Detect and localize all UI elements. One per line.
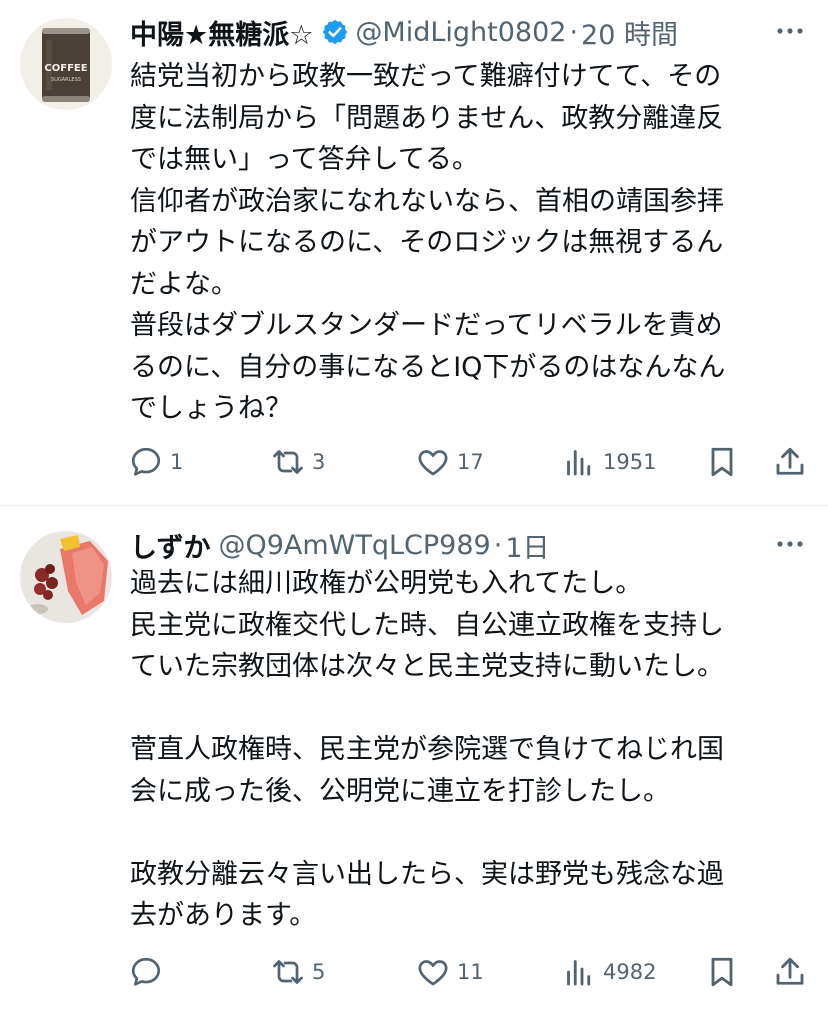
views-button[interactable]: 1951 [561, 442, 656, 482]
like-button[interactable]: 11 [415, 952, 484, 992]
retweet-icon [273, 450, 303, 474]
tweet-text: 過去には細川政権が公明党も入れてたし。 民主党に政権交代した時、自公連立政権を支… [130, 568, 724, 931]
timestamp[interactable]: 20 時間 [581, 13, 678, 52]
coffee-can-avatar: COFFEE SUGARLESS [20, 18, 112, 110]
views-button[interactable]: 4982 [561, 952, 656, 992]
tweet-text: 結党当初から政教一致だって難癖付けてて、その 度に法制局から「問題ありません、政… [130, 61, 726, 424]
reply-icon [131, 957, 161, 986]
bookmark-icon [711, 957, 733, 987]
separator-dot: · [569, 16, 579, 48]
share-icon [776, 447, 804, 475]
bookmark-icon [711, 447, 733, 477]
reply-button[interactable] [128, 952, 170, 992]
avatar[interactable] [20, 531, 112, 623]
display-name[interactable]: 中陽★無糖派☆ [130, 13, 313, 52]
retweet-icon [273, 960, 303, 984]
handle[interactable]: @Q9AmWTqLCP989 [218, 530, 490, 561]
retweet-count: 3 [312, 450, 326, 474]
retweet-count: 5 [312, 960, 326, 984]
avatar-sub-text: SUGARLESS [51, 77, 81, 83]
separator-dot: · [493, 529, 503, 561]
tweet-header: 中陽★無糖派☆ @MidLight0802 · 20 時間 [130, 12, 808, 52]
share-icon [776, 957, 804, 985]
views-bar-chart-icon [567, 960, 591, 986]
action-bar: 5 11 4982 [128, 952, 808, 992]
tweet-2[interactable]: しずか @Q9AmWTqLCP989 · 1日 過去には細川政権が公明党も入れて… [0, 507, 828, 1012]
retweet-button[interactable]: 5 [270, 952, 325, 992]
tweet-header: しずか @Q9AmWTqLCP989 · 1日 [130, 525, 808, 565]
more-horizontal-icon[interactable] [772, 16, 808, 46]
retweet-button[interactable]: 3 [270, 442, 325, 482]
views-count: 1951 [603, 450, 657, 474]
avatar-brand-text: COFFEE [44, 63, 87, 74]
reply-count: 1 [170, 450, 184, 474]
bookmark-button[interactable] [704, 442, 740, 482]
action-bar: 1 3 17 1951 [128, 442, 808, 482]
timestamp[interactable]: 1日 [505, 526, 549, 565]
reply-icon [131, 447, 161, 476]
like-heart-icon [418, 960, 448, 986]
like-heart-icon [418, 450, 448, 476]
like-button[interactable]: 17 [415, 442, 484, 482]
views-count: 4982 [603, 960, 657, 984]
verified-badge-icon [323, 19, 348, 45]
tweet-1[interactable]: COFFEE SUGARLESS 中陽★無糖派☆ @MidLight0802 ·… [0, 0, 828, 506]
views-bar-chart-icon [567, 450, 591, 476]
bookmark-button[interactable] [704, 952, 740, 992]
reply-button[interactable]: 1 [128, 442, 183, 482]
display-name[interactable]: しずか [130, 526, 210, 565]
like-count: 11 [457, 960, 484, 984]
divider [0, 505, 828, 506]
food-photo-avatar [20, 531, 112, 623]
avatar[interactable]: COFFEE SUGARLESS [20, 18, 112, 110]
like-count: 17 [457, 450, 484, 474]
more-horizontal-icon[interactable] [772, 529, 808, 559]
share-button[interactable] [772, 952, 808, 992]
handle[interactable]: @MidLight0802 [355, 17, 566, 48]
share-button[interactable] [772, 442, 808, 482]
